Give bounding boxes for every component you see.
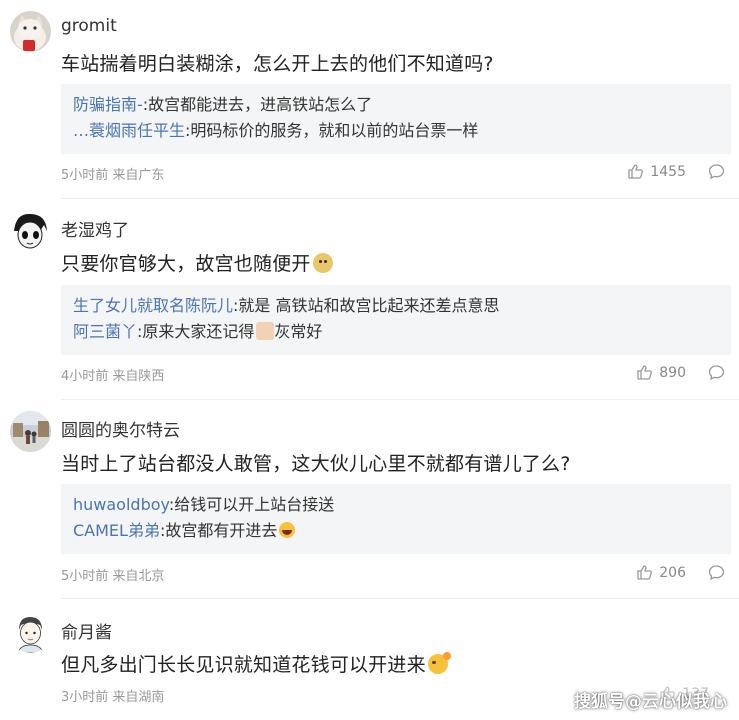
reply-item[interactable]: 生了女儿就取名陈阮儿:就是 高铁站和故宫比起来还差点意思 bbox=[73, 293, 719, 319]
cartoon-boy-avatar-icon[interactable] bbox=[10, 612, 51, 653]
reply-username[interactable]: …蓑烟雨任平生 bbox=[73, 121, 185, 140]
username[interactable]: 俞月酱 bbox=[61, 618, 112, 643]
reply-box[interactable]: 生了女儿就取名陈阮儿:就是 高铁站和故宫比起来还差点意思 阿三菌丫:原来大家还记… bbox=[61, 285, 731, 355]
username[interactable]: gromit bbox=[61, 16, 117, 36]
comment-actions: 206 bbox=[636, 564, 725, 581]
reply-text: :就是 高铁站和故宫比起来还差点意思 bbox=[233, 296, 500, 315]
reply-bubble-icon[interactable] bbox=[708, 564, 725, 581]
comment-1: gromit 车站揣着明白装糊涂，怎么开上去的他们不知道吗? 防骗指南-:故宫都… bbox=[0, 0, 739, 198]
reply-text: :给钱可以开上站台接送 bbox=[168, 495, 335, 514]
reply-box[interactable]: 防骗指南-:故宫都能进去，进高铁站怎么了 …蓑烟雨任平生:明码标价的服务，就和以… bbox=[61, 84, 731, 154]
reply-item[interactable]: huwaoldboy:给钱可以开上站台接送 bbox=[73, 492, 719, 518]
like-count: 206 bbox=[659, 564, 686, 581]
laugh-emoji-icon bbox=[279, 522, 296, 538]
reply-box[interactable]: huwaoldboy:给钱可以开上站台接送 CAMEL弟弟:故宫都有开进去 bbox=[61, 484, 731, 554]
reply-username[interactable]: 生了女儿就取名陈阮儿 bbox=[73, 296, 233, 315]
reply-item[interactable]: 防骗指南-:故宫都能进去，进高铁站怎么了 bbox=[73, 92, 719, 118]
reply-username[interactable]: 阿三菌丫 bbox=[73, 322, 137, 341]
photo-avatar-icon[interactable] bbox=[10, 411, 51, 452]
comment-meta: 3小时前 来自湖南 bbox=[61, 690, 165, 705]
like-count: 1455 bbox=[650, 163, 686, 180]
thumbs-up-icon[interactable] bbox=[636, 364, 653, 381]
reply-item[interactable]: 阿三菌丫:原来大家还记得 灰常好 bbox=[73, 319, 719, 345]
comment-meta: 5小时前 来自北京 bbox=[61, 569, 165, 584]
comment-actions: 890 bbox=[636, 364, 725, 381]
reply-text-tail: 灰常好 bbox=[274, 322, 323, 341]
reply-item[interactable]: …蓑烟雨任平生:明码标价的服务，就和以前的站台票一样 bbox=[73, 118, 719, 144]
comment-meta: 4小时前 来自陕西 bbox=[61, 369, 165, 384]
username[interactable]: 老湿鸡了 bbox=[61, 216, 129, 241]
doge-emoji-icon bbox=[312, 253, 333, 273]
reply-bubble-icon[interactable] bbox=[708, 364, 725, 381]
cat-avatar-icon[interactable] bbox=[10, 11, 51, 52]
cat-emoji-icon bbox=[256, 322, 275, 340]
comment-text: 车站揣着明白装糊涂，怎么开上去的他们不知道吗? bbox=[61, 53, 494, 75]
thumbs-up-icon[interactable] bbox=[627, 163, 644, 180]
comment-text: 只要你官够大，故宫也随便开 bbox=[61, 249, 333, 276]
comment-3: 圆圆的奥尔特云 当时上了站台都没人敢管，这大伙儿心里不就都有谱儿了么? huwa… bbox=[0, 400, 739, 598]
username[interactable]: 圆圆的奥尔特云 bbox=[61, 416, 180, 441]
thumbs-up-icon[interactable] bbox=[636, 564, 653, 581]
anime-face-avatar-icon[interactable] bbox=[10, 211, 51, 252]
comment-actions: 1455 bbox=[627, 163, 725, 180]
thinking-emoji-icon bbox=[427, 652, 451, 674]
reply-text: :故宫都能进去，进高铁站怎么了 bbox=[142, 95, 373, 114]
like-count: 890 bbox=[659, 364, 686, 381]
reply-item[interactable]: CAMEL弟弟:故宫都有开进去 bbox=[73, 518, 719, 544]
comment-meta: 5小时前 来自广东 bbox=[61, 168, 165, 183]
reply-text: :原来大家还记得 bbox=[137, 322, 255, 341]
comment-text-body: 只要你官够大，故宫也随便开 bbox=[61, 253, 311, 275]
reply-username[interactable]: 防骗指南- bbox=[73, 95, 143, 114]
reply-username[interactable]: CAMEL弟弟 bbox=[73, 521, 160, 540]
reply-bubble-icon[interactable] bbox=[708, 163, 725, 180]
reply-text: :明码标价的服务，就和以前的站台票一样 bbox=[185, 121, 479, 140]
reply-username[interactable]: huwaoldboy bbox=[73, 495, 169, 514]
watermark: 搜狐号@云心似我心 bbox=[574, 692, 727, 712]
reply-text: :故宫都有开进去 bbox=[159, 521, 278, 540]
comment-text: 但凡多出门长长见识就知道花钱可以开进来 bbox=[61, 650, 451, 677]
comment-text: 当时上了站台都没人敢管，这大伙儿心里不就都有谱儿了么? bbox=[61, 453, 571, 475]
comment-2: 老湿鸡了 只要你官够大，故宫也随便开 生了女儿就取名陈阮儿:就是 高铁站和故宫比… bbox=[0, 199, 739, 399]
comment-text-body: 但凡多出门长长见识就知道花钱可以开进来 bbox=[61, 654, 426, 676]
